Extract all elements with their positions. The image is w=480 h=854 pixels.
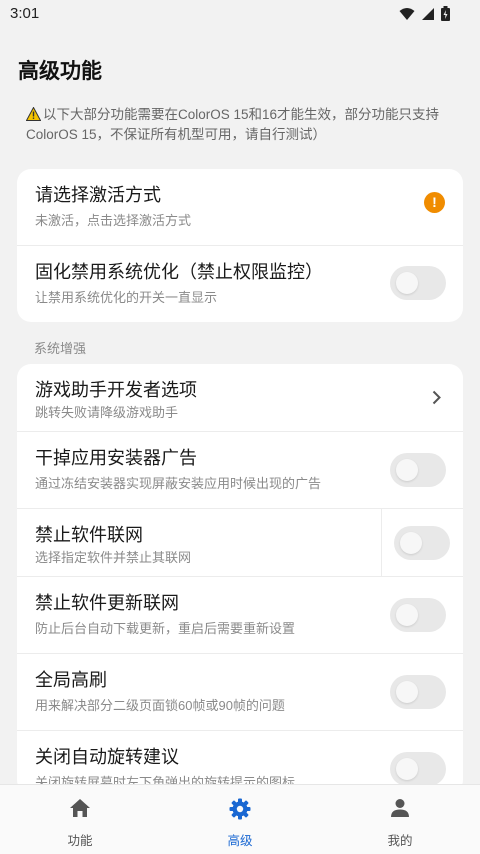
remove-installer-ads-row: 干掉应用安装器广告 通过冻结安装器实现屏蔽安装应用时候出现的广告 [17, 432, 463, 509]
row-subtitle: 选择指定软件并禁止其联网 [35, 550, 192, 565]
nav-item-features[interactable]: 功能 [0, 785, 160, 854]
row-subtitle: 跳转失败请降级游戏助手 [35, 405, 179, 420]
nav-item-mine[interactable]: 我的 [320, 785, 480, 854]
block-app-update-network-toggle[interactable] [390, 598, 446, 632]
row-subtitle: 用来解决部分二级页面锁60帧或90帧的问题 [35, 698, 285, 713]
row-subtitle: 让禁用系统优化的开关一直显示 [35, 290, 218, 305]
signal-icon [422, 7, 434, 20]
battery-icon [441, 6, 450, 21]
gear-icon [229, 798, 251, 820]
notice-text: 以下大部分功能需要在ColorOS 15和16才能生效，部分功能只支持Color… [26, 105, 456, 145]
global-high-refresh-row: 全局高刷 用来解决部分二级页面锁60帧或90帧的问题 [17, 654, 463, 731]
row-title: 关闭自动旋转建议 [35, 747, 179, 767]
row-title: 全局高刷 [35, 670, 107, 690]
row-title: 干掉应用安装器广告 [35, 448, 197, 468]
nav-label: 我的 [387, 834, 413, 848]
activation-method-row[interactable]: 请选择激活方式 未激活，点击选择激活方式 ! [17, 169, 463, 246]
row-title: 禁止软件联网 [35, 525, 143, 545]
nav-label: 功能 [67, 834, 93, 848]
divider [381, 509, 382, 576]
row-title: 固化禁用系统优化（禁止权限监控） [35, 262, 323, 282]
wifi-icon [399, 7, 415, 20]
nav-label: 高级 [227, 834, 253, 848]
system-enhance-card: 游戏助手开发者选项 跳转失败请降级游戏助手 干掉应用安装器广告 通过冻结安装器实… [17, 364, 463, 794]
pin-disable-optimization-row: 固化禁用系统优化（禁止权限监控） 让禁用系统优化的开关一直显示 [17, 246, 463, 322]
row-title: 请选择激活方式 [35, 185, 161, 205]
block-app-update-network-row: 禁止软件更新联网 防止后台自动下载更新，重启后需要重新设置 [17, 577, 463, 654]
page-title: 高级功能 [18, 60, 102, 83]
person-icon [391, 799, 409, 817]
section-label: 系统增强 [34, 341, 87, 356]
notice-message: 以下大部分功能需要在ColorOS 15和16才能生效，部分功能只支持Color… [26, 107, 440, 142]
status-icons [399, 6, 450, 21]
row-title: 禁止软件更新联网 [35, 593, 179, 613]
row-subtitle: 未激活，点击选择激活方式 [35, 213, 192, 228]
activation-card: 请选择激活方式 未激活，点击选择激活方式 ! 固化禁用系统优化（禁止权限监控） … [17, 169, 463, 322]
pin-disable-optimization-toggle[interactable] [390, 266, 446, 300]
status-time: 3:01 [10, 5, 40, 22]
row-subtitle: 通过冻结安装器实现屏蔽安装应用时候出现的广告 [35, 476, 322, 491]
block-app-network-row[interactable]: 禁止软件联网 选择指定软件并禁止其联网 [17, 509, 463, 577]
block-app-network-toggle[interactable] [394, 526, 450, 560]
row-subtitle: 防止后台自动下载更新，重启后需要重新设置 [35, 621, 296, 636]
warning-icon [26, 107, 41, 121]
nav-item-advanced[interactable]: 高级 [160, 785, 320, 854]
remove-installer-ads-toggle[interactable] [390, 453, 446, 487]
alert-icon: ! [424, 192, 445, 213]
home-icon [70, 799, 90, 817]
game-assistant-dev-options-row[interactable]: 游戏助手开发者选项 跳转失败请降级游戏助手 [17, 364, 463, 432]
row-title: 游戏助手开发者选项 [35, 380, 197, 400]
global-high-refresh-toggle[interactable] [390, 675, 446, 709]
chevron-right-icon [432, 390, 441, 405]
disable-rotation-suggestion-toggle[interactable] [390, 752, 446, 786]
bottom-nav: 功能 高级 我的 [0, 784, 480, 854]
status-bar: 3:01 [0, 0, 480, 28]
